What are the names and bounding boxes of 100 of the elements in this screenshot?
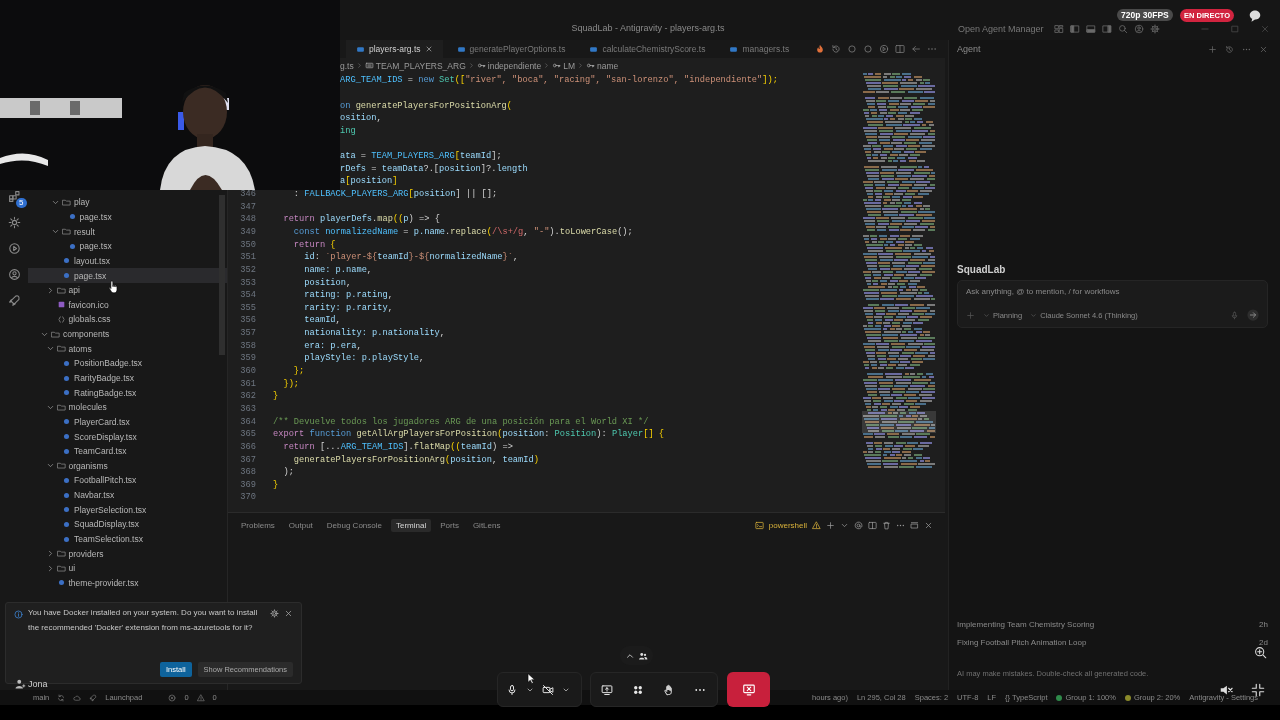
close-icon[interactable] bbox=[284, 609, 293, 618]
editor-tab[interactable]: calculateChemistryScore.ts bbox=[579, 40, 716, 58]
tab-label[interactable]: players-arg.ts bbox=[369, 44, 421, 54]
tree-item[interactable]: PlayerCard.tsx bbox=[28, 414, 227, 430]
tree-item[interactable]: molecules bbox=[28, 399, 227, 415]
tab-label[interactable]: generatePlayerOptions.ts bbox=[469, 44, 566, 54]
agent-manager-link[interactable]: Open Agent Manager bbox=[958, 24, 1044, 34]
secondary-sidebar-toggle-icon[interactable] bbox=[1101, 24, 1112, 34]
split-editor-icon[interactable] bbox=[895, 44, 905, 54]
tree-item[interactable]: page.tsx bbox=[28, 209, 227, 225]
zoom-in-icon[interactable] bbox=[1254, 646, 1267, 659]
close-icon[interactable] bbox=[924, 521, 933, 530]
tree-item[interactable]: providers bbox=[28, 546, 227, 561]
warning-icon[interactable] bbox=[196, 693, 205, 702]
tree-item[interactable]: PlayerSelection.tsx bbox=[28, 502, 227, 518]
apps-icon[interactable] bbox=[632, 683, 644, 696]
tree-item[interactable]: theme-provider.tsx bbox=[28, 575, 227, 591]
circle-icon[interactable] bbox=[847, 44, 857, 54]
rocket-icon[interactable] bbox=[89, 693, 98, 702]
tree-item[interactable]: components bbox=[28, 326, 227, 342]
panel-tab[interactable]: GitLens bbox=[467, 519, 506, 532]
tree-item[interactable]: ScoreDisplay.tsx bbox=[28, 429, 227, 444]
send-icon[interactable] bbox=[1247, 309, 1259, 321]
extensions-icon[interactable] bbox=[7, 190, 21, 203]
sun-icon[interactable] bbox=[7, 216, 21, 229]
panel-tab[interactable]: Terminal bbox=[390, 519, 432, 532]
tree-item[interactable]: TeamSelection.tsx bbox=[28, 531, 227, 547]
editor-tab[interactable]: generatePlayerOptions.ts bbox=[446, 40, 576, 58]
close-icon[interactable] bbox=[424, 45, 433, 53]
tree-item[interactable]: PositionBadge.tsx bbox=[28, 356, 227, 371]
layout-icon[interactable] bbox=[1053, 24, 1064, 34]
conversation-title[interactable]: Implementing Team Chemistry Scoring bbox=[957, 619, 1095, 629]
tree-item[interactable]: result bbox=[28, 224, 227, 239]
close-icon[interactable] bbox=[1259, 44, 1268, 54]
tree-item[interactable]: organisms bbox=[28, 458, 227, 474]
account-icon[interactable] bbox=[1133, 24, 1144, 34]
tab-label[interactable]: managers.ts bbox=[742, 44, 790, 54]
breadcrumb-item[interactable]: independiente bbox=[487, 60, 542, 71]
run-icon[interactable] bbox=[879, 44, 889, 54]
trash-icon[interactable] bbox=[882, 521, 891, 530]
history-icon[interactable] bbox=[831, 44, 841, 54]
tree-item[interactable]: TeamCard.tsx bbox=[28, 443, 227, 459]
add-terminal-icon[interactable] bbox=[826, 521, 835, 530]
flame-icon[interactable] bbox=[815, 44, 825, 54]
stop-sharing-button[interactable] bbox=[727, 672, 770, 707]
add-icon[interactable] bbox=[966, 310, 975, 320]
new-chat-icon[interactable] bbox=[1208, 44, 1217, 54]
panel-tab[interactable]: Debug Console bbox=[321, 519, 387, 532]
tree-item[interactable]: api bbox=[28, 282, 227, 298]
tree-item[interactable]: atoms bbox=[28, 341, 227, 357]
search-icon[interactable] bbox=[1117, 24, 1128, 34]
account-icon[interactable] bbox=[7, 268, 21, 281]
tree-item[interactable]: FootballPitch.tsx bbox=[28, 473, 227, 488]
breadcrumb-item[interactable]: TEAM_PLAYERS_ARG bbox=[375, 60, 466, 71]
tree-item[interactable]: Navbar.tsx bbox=[28, 487, 227, 503]
add-person-icon[interactable] bbox=[14, 678, 26, 690]
tree-item[interactable]: ui bbox=[28, 561, 227, 576]
sync-icon[interactable] bbox=[57, 693, 66, 702]
tree-item[interactable]: page.tsx bbox=[28, 238, 227, 254]
error-icon[interactable] bbox=[168, 693, 177, 702]
settings-icon[interactable] bbox=[1149, 24, 1160, 34]
panel-tab[interactable]: Ports bbox=[435, 519, 464, 532]
history-icon[interactable] bbox=[1225, 44, 1234, 54]
tree-item[interactable]: SquadDisplay.tsx bbox=[28, 517, 227, 532]
tree-item[interactable]: layout.tsx bbox=[28, 253, 227, 269]
settings-icon[interactable] bbox=[270, 609, 279, 618]
back-arrow-icon[interactable] bbox=[911, 44, 921, 54]
tree-item[interactable]: play bbox=[28, 195, 227, 210]
share-screen-icon[interactable] bbox=[601, 683, 613, 696]
breadcrumb-item[interactable]: g.ts bbox=[340, 60, 354, 71]
caret-icon[interactable] bbox=[840, 521, 849, 530]
sidebar-toggle-icon[interactable] bbox=[1069, 24, 1080, 34]
maximize-panel-icon[interactable] bbox=[910, 521, 919, 530]
tab-label[interactable]: calculateChemistryScore.ts bbox=[602, 44, 706, 54]
tree-item[interactable]: RarityBadge.tsx bbox=[28, 370, 227, 386]
muted-speaker-icon[interactable] bbox=[1219, 683, 1233, 697]
run-debug-icon[interactable] bbox=[7, 242, 21, 255]
tree-item[interactable]: favicon.ico bbox=[28, 297, 227, 313]
chat-icon[interactable] bbox=[1248, 9, 1262, 23]
split-terminal-icon[interactable] bbox=[868, 521, 877, 530]
at-sign-icon[interactable] bbox=[854, 521, 863, 530]
tree-item[interactable]: page.tsx bbox=[28, 268, 227, 283]
editor-tab[interactable]: players-arg.ts bbox=[346, 40, 443, 58]
cloud-icon[interactable] bbox=[73, 693, 82, 702]
breadcrumb-item[interactable]: LM bbox=[563, 60, 575, 71]
tree-item[interactable]: globals.css bbox=[28, 312, 227, 327]
hand-icon[interactable] bbox=[663, 683, 675, 696]
panel-toggle-icon[interactable] bbox=[1085, 24, 1096, 34]
panel-tab[interactable]: Problems bbox=[236, 519, 280, 532]
exit-fullscreen-icon[interactable] bbox=[1251, 683, 1265, 697]
shell-name[interactable]: powershell bbox=[768, 521, 807, 530]
panel-tab[interactable]: Output bbox=[283, 519, 318, 532]
mic-icon[interactable] bbox=[506, 683, 518, 696]
editor-tab[interactable]: managers.ts bbox=[719, 40, 800, 58]
conversation-title[interactable]: Fixing Football Pitch Animation Loop bbox=[957, 637, 1087, 647]
camera-off-icon[interactable] bbox=[542, 683, 554, 696]
circle-icon[interactable] bbox=[863, 44, 873, 54]
breadcrumb-item[interactable]: name bbox=[597, 60, 619, 71]
rocket-icon[interactable] bbox=[7, 294, 21, 307]
tree-item[interactable]: RatingBadge.tsx bbox=[28, 385, 227, 400]
